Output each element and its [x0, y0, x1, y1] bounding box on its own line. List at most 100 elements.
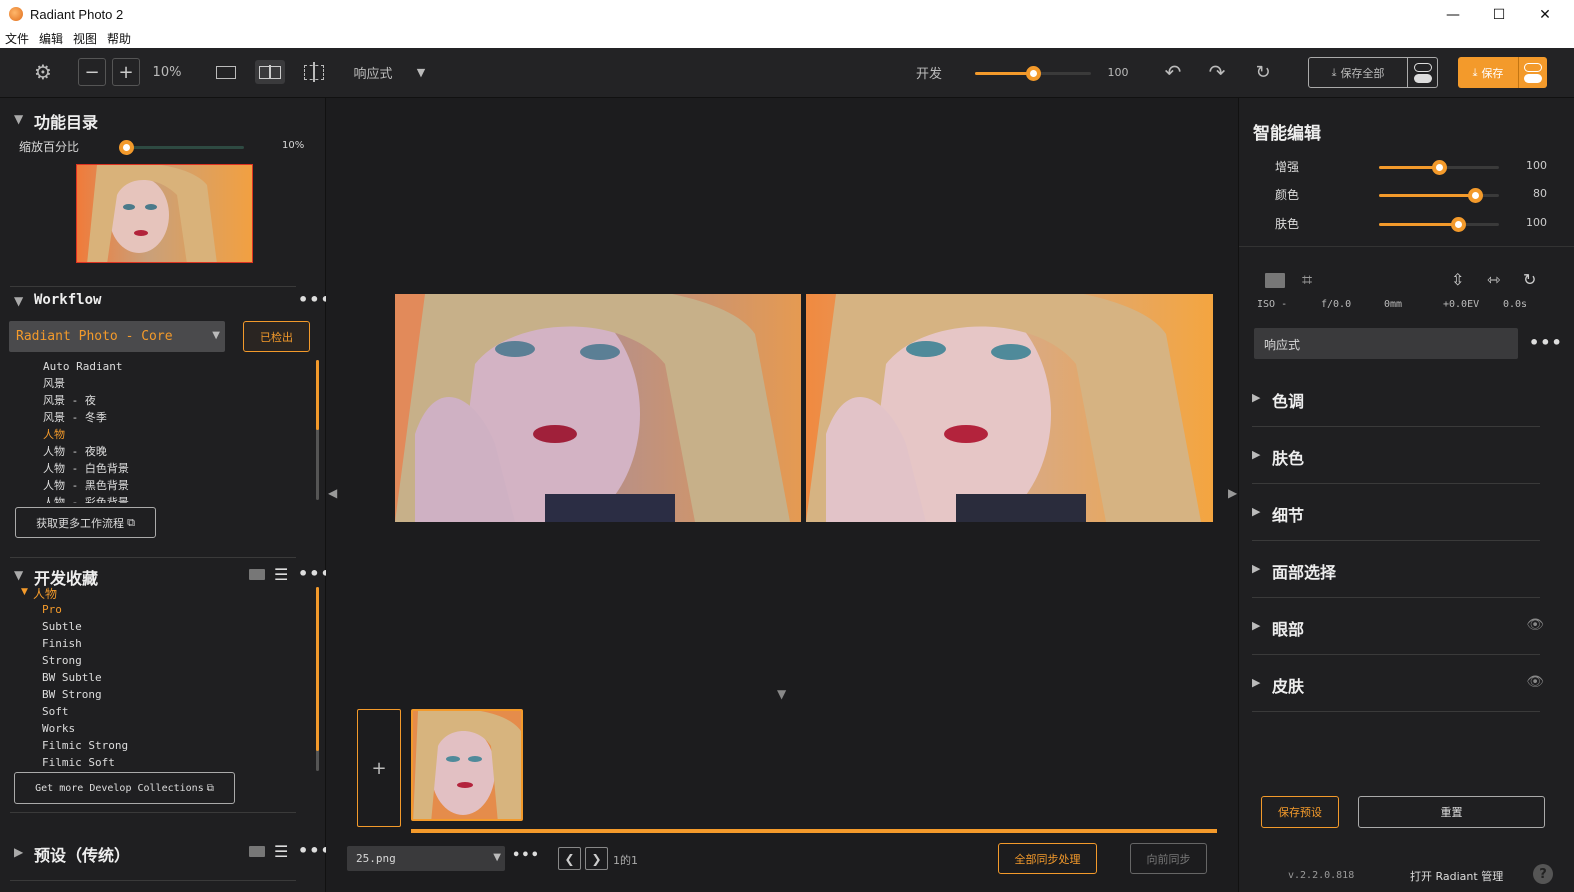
visibility-eye-icon[interactable]: 👁 — [1526, 674, 1544, 690]
grid-view-icon[interactable] — [249, 846, 265, 857]
grid-view-icon[interactable] — [249, 569, 265, 580]
histogram-icon[interactable] — [1265, 273, 1285, 288]
collection-item[interactable]: Filmic Strong — [42, 737, 128, 754]
get-more-workflows-button[interactable]: 获取更多工作流程 ⧉ — [15, 507, 156, 538]
workflow-item[interactable]: Auto Radiant — [43, 358, 129, 375]
workflow-scrollbar[interactable] — [316, 360, 319, 500]
preset-mode-select[interactable]: 响应式 — [1254, 328, 1518, 359]
flip-horizontal-icon[interactable]: ⇿ — [1487, 270, 1500, 289]
collections-scrollbar[interactable] — [316, 587, 319, 771]
settings-gear-icon[interactable]: ⚙ — [30, 59, 56, 85]
save-all-options-toggle[interactable] — [1408, 57, 1438, 88]
expand-arrow-icon[interactable]: ▶ — [1252, 391, 1260, 404]
help-icon[interactable]: ? — [1533, 864, 1553, 884]
collection-item[interactable]: BW Subtle — [42, 669, 128, 686]
workflow-item[interactable]: 人物 - 夜晚 — [43, 443, 129, 460]
before-image[interactable] — [395, 294, 801, 522]
collection-group-label[interactable]: 人物 — [33, 585, 57, 602]
redo-icon[interactable]: ↷ — [1204, 60, 1230, 84]
zoom-out-button[interactable]: − — [78, 58, 106, 86]
workflow-item[interactable]: 风景 — [43, 375, 129, 392]
adjustment-section[interactable]: ▶ 细节 — [1252, 484, 1540, 541]
next-image-button[interactable]: ❯ — [585, 847, 608, 870]
smart-slider[interactable] — [1379, 217, 1499, 232]
collapse-left-panel-icon[interactable]: ◀ — [328, 486, 337, 500]
workflow-item[interactable]: 风景 - 夜 — [43, 392, 129, 409]
zoom-percent-slider[interactable] — [119, 140, 244, 155]
collections-collapse-icon[interactable]: ▼ — [14, 568, 23, 582]
adjustment-section[interactable]: ▶ 色调 — [1252, 370, 1540, 427]
collapse-right-panel-icon[interactable]: ▶ — [1228, 486, 1237, 500]
develop-slider-knob[interactable] — [1026, 66, 1041, 81]
crop-icon[interactable]: ⌗ — [1302, 270, 1312, 291]
file-more-icon[interactable]: ••• — [512, 848, 540, 863]
save-preset-button[interactable]: 保存预设 — [1261, 796, 1339, 828]
collection-item[interactable]: Strong — [42, 652, 128, 669]
smart-slider-knob[interactable] — [1468, 188, 1483, 203]
maximize-button[interactable]: ☐ — [1476, 0, 1522, 30]
adjustment-section[interactable]: ▶ 皮肤 👁 — [1252, 655, 1544, 712]
filmstrip-scrollbar[interactable] — [411, 829, 1217, 833]
develop-slider[interactable] — [975, 66, 1091, 81]
get-more-collections-button[interactable]: Get more Develop Collections ⧉ — [14, 772, 235, 804]
collection-item[interactable]: Pro — [42, 601, 128, 618]
adjustment-section[interactable]: ▶ 肤色 — [1252, 427, 1540, 484]
adjustment-section[interactable]: ▶ 眼部 👁 — [1252, 598, 1544, 655]
group-expanded-icon[interactable]: ▼ — [21, 587, 28, 597]
collection-item[interactable]: Subtle — [42, 618, 128, 635]
reset-button[interactable]: 重置 — [1358, 796, 1545, 828]
smart-slider[interactable] — [1379, 188, 1499, 203]
workflow-item[interactable]: 人物 - 白色背景 — [43, 460, 129, 477]
filmstrip-thumbnail[interactable] — [411, 709, 523, 821]
workflow-item[interactable]: 风景 - 冬季 — [43, 409, 129, 426]
visibility-eye-icon[interactable]: 👁 — [1526, 617, 1544, 633]
smart-slider[interactable] — [1379, 160, 1499, 175]
split-view-icon[interactable] — [255, 60, 285, 84]
menu-view[interactable]: 视图 — [68, 30, 102, 48]
flip-vertical-icon[interactable]: ⇳ — [1451, 270, 1464, 289]
rotate-icon[interactable]: ↻ — [1523, 270, 1536, 289]
workflow-item[interactable]: 人物 - 彩色背景 — [43, 494, 129, 503]
expand-arrow-icon[interactable]: ▶ — [1252, 505, 1260, 518]
undo-icon[interactable]: ↶ — [1160, 60, 1186, 84]
sync-all-button[interactable]: 全部同步处理 — [998, 843, 1097, 874]
save-button[interactable]: ⤓ 保存 — [1458, 57, 1518, 88]
workflow-collapse-icon[interactable]: ▼ — [14, 294, 23, 308]
list-view-icon[interactable]: ☰ — [274, 842, 288, 861]
expand-arrow-icon[interactable]: ▶ — [1252, 676, 1260, 689]
workflow-select[interactable]: Radiant Photo - Core ▼ — [9, 321, 225, 352]
workflow-item[interactable]: 人物 - 黑色背景 — [43, 477, 129, 494]
sync-forward-button[interactable]: 向前同步 — [1130, 843, 1207, 874]
mode-select[interactable]: 响应式 — [350, 64, 396, 82]
open-manager-link[interactable]: 打开 Radiant 管理 — [1410, 868, 1503, 884]
compare-view-icon[interactable] — [300, 60, 328, 84]
collection-item[interactable]: Filmic Soft — [42, 754, 128, 771]
zoom-percent-knob[interactable] — [119, 140, 134, 155]
list-view-icon[interactable]: ☰ — [274, 565, 288, 584]
workflow-item[interactable]: 人物 — [43, 426, 129, 443]
reset-icon[interactable]: ↻ — [1250, 60, 1276, 84]
collapse-filmstrip-icon[interactable]: ▼ — [777, 687, 786, 701]
smart-slider-knob[interactable] — [1432, 160, 1447, 175]
menu-file[interactable]: 文件 — [0, 30, 34, 48]
file-select[interactable]: 25.png ▼ — [347, 846, 505, 871]
minimize-button[interactable]: — — [1430, 0, 1476, 30]
expand-arrow-icon[interactable]: ▶ — [1252, 619, 1260, 632]
save-options-toggle[interactable] — [1518, 57, 1547, 88]
navigator-thumbnail[interactable] — [76, 164, 253, 263]
mode-dropdown-icon[interactable]: ▼ — [412, 64, 430, 80]
smart-slider-knob[interactable] — [1451, 217, 1467, 232]
collection-item[interactable]: Works — [42, 720, 128, 737]
zoom-in-button[interactable]: + — [112, 58, 140, 86]
checked-out-button[interactable]: 已检出 — [243, 321, 310, 352]
save-all-button[interactable]: ⤓ 保存全部 — [1308, 57, 1408, 88]
presets-expand-icon[interactable]: ▶ — [14, 845, 23, 859]
close-button[interactable]: ✕ — [1522, 0, 1568, 30]
adjustment-section[interactable]: ▶ 面部选择 — [1252, 541, 1540, 598]
add-image-button[interactable]: + — [357, 709, 401, 827]
previous-image-button[interactable]: ❮ — [558, 847, 581, 870]
after-image[interactable] — [806, 294, 1213, 522]
single-view-icon[interactable] — [212, 60, 240, 84]
expand-arrow-icon[interactable]: ▶ — [1252, 562, 1260, 575]
menu-edit[interactable]: 编辑 — [34, 30, 68, 48]
